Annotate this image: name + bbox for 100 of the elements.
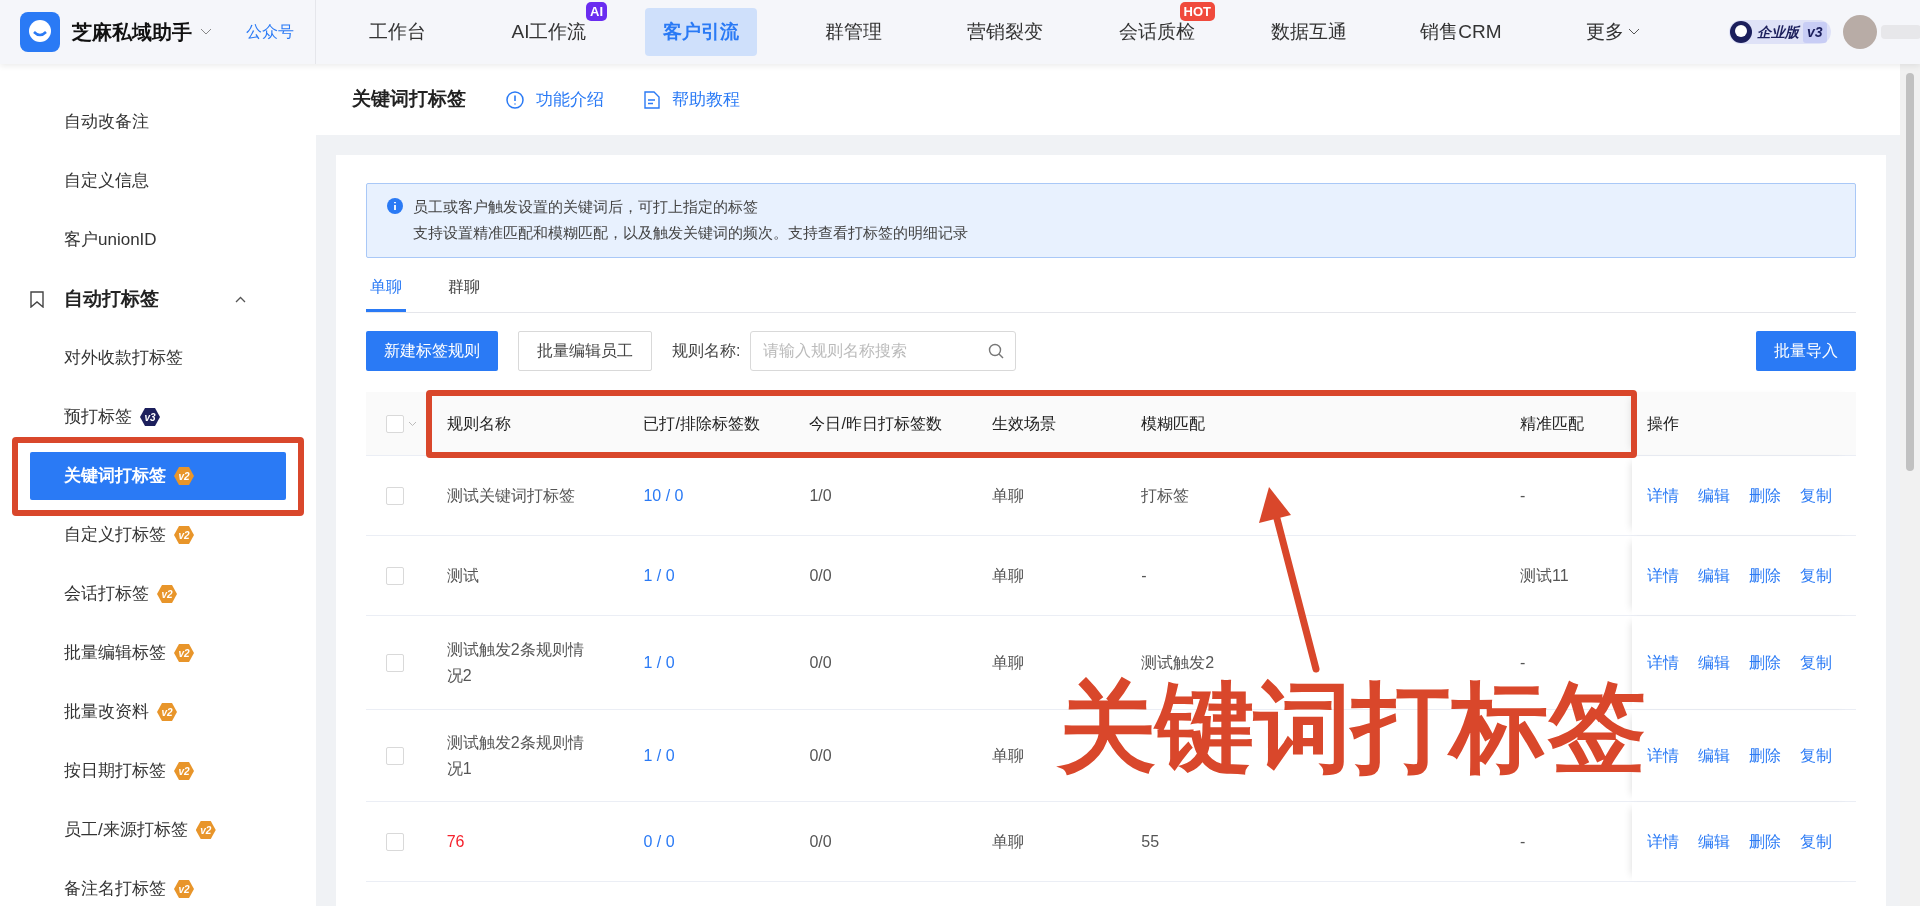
action-link[interactable]: 详情: [1647, 563, 1680, 588]
version-badge: v2: [174, 526, 194, 544]
checkbox[interactable]: [386, 653, 404, 672]
sidebar-item[interactable]: 自动改备注: [30, 98, 286, 146]
rule-name: 测试关键词打标签: [446, 485, 576, 506]
help-link[interactable]: 帮助教程: [644, 86, 740, 113]
sidebar-item[interactable]: 预打标签 v3: [30, 393, 286, 441]
chevron-down-icon[interactable]: [408, 420, 417, 427]
search-field[interactable]: 请输入规则名称搜索: [750, 331, 1017, 371]
sidebar-item[interactable]: 按日期打标签 v2: [30, 747, 286, 795]
chevron-icon[interactable]: [235, 295, 246, 303]
scrollbar[interactable]: [1900, 64, 1920, 906]
chat-logo-icon: [1729, 20, 1753, 44]
edition-version: v3: [1803, 21, 1827, 43]
version-badge: v2: [174, 762, 194, 780]
app-name: 芝麻私域助手: [72, 20, 192, 45]
table-cell-text: 55: [1141, 831, 1160, 852]
sidebar-item[interactable]: 批量改资料 v2: [30, 688, 286, 736]
chevron-down-icon: [1628, 28, 1640, 36]
tag-count-link[interactable]: 1 / 0: [643, 743, 675, 768]
sidebar-item[interactable]: 客户unionID: [30, 216, 286, 264]
sidebar-item[interactable]: 关键词打标签 v2: [30, 452, 286, 500]
nav-tab[interactable]: 群管理: [806, 7, 900, 57]
version-badge: v3: [140, 408, 160, 426]
action-link[interactable]: 复制: [1800, 483, 1833, 508]
action-link[interactable]: 删除: [1749, 483, 1782, 508]
table-cell-text: 打标签: [1141, 485, 1190, 506]
column-header: 操作: [1647, 413, 1680, 434]
tab[interactable]: 群聊: [444, 275, 484, 312]
batch-edit-button[interactable]: 批量编辑员工: [518, 331, 652, 371]
table-cell-text: 测试触发2: [1141, 652, 1215, 671]
table-cell-text: 单聊: [992, 652, 1025, 673]
search-icon: [988, 343, 1005, 359]
action-link[interactable]: 复制: [1800, 563, 1833, 588]
tag-count-link[interactable]: 1 / 0: [643, 563, 675, 588]
version-badge: v2: [174, 467, 194, 485]
info-icon: [387, 198, 403, 214]
sidebar-item[interactable]: 自定义打标签 v2: [30, 511, 286, 559]
app-logo-icon: [20, 12, 60, 52]
checkbox[interactable]: [386, 486, 404, 505]
document-icon: [644, 90, 660, 109]
rule-name: 测试触发2条规则情况1: [446, 732, 585, 779]
action-link[interactable]: 详情: [1647, 743, 1680, 768]
batch-import-button[interactable]: 批量导入: [1756, 331, 1856, 371]
checkbox[interactable]: [386, 746, 404, 765]
action-link[interactable]: 编辑: [1698, 829, 1731, 854]
tag-count-link[interactable]: 10 / 0: [643, 483, 684, 508]
notice-text: 员工或客户触发设置的关键词后，可打上指定的标签: [413, 197, 759, 217]
sidebar-item[interactable]: 自定义信息: [30, 157, 286, 205]
sidebar-group-title[interactable]: 自动打标签: [64, 284, 159, 314]
action-link[interactable]: 删除: [1749, 743, 1782, 768]
action-link[interactable]: 删除: [1749, 563, 1782, 588]
chevron-down-icon[interactable]: [200, 28, 212, 36]
page-title: 关键词打标签: [352, 87, 466, 112]
nav-badge: AI: [586, 1, 607, 22]
rule-name: 测试: [446, 565, 480, 586]
version-badge: v2: [157, 585, 177, 603]
account-link[interactable]: 公众号: [246, 20, 294, 44]
sidebar-item[interactable]: 员工/来源打标签 v2: [30, 806, 286, 854]
avatar[interactable]: [1842, 15, 1877, 49]
table-cell-text: -: [1520, 831, 1526, 852]
checkbox[interactable]: [386, 414, 404, 433]
action-link[interactable]: 删除: [1749, 650, 1782, 675]
column-header: 已打/排除标签数: [643, 414, 760, 432]
sidebar-item[interactable]: 备注名打标签 v2: [30, 865, 286, 906]
more-menu[interactable]: 更多: [1537, 17, 1689, 47]
sidebar-item[interactable]: 批量编辑标签 v2: [30, 629, 286, 677]
column-header: 精准匹配: [1520, 414, 1584, 432]
nav-tab[interactable]: 数据互通: [1253, 7, 1365, 57]
nav-tab[interactable]: 客户引流: [645, 7, 757, 57]
nav-tab[interactable]: 工作台: [350, 7, 444, 57]
version-badge: v2: [174, 644, 194, 662]
edition-label: 企业版: [1757, 22, 1799, 42]
sidebar-item[interactable]: 会话打标签 v2: [30, 570, 286, 618]
rule-name: 76: [446, 831, 466, 852]
nav-tab[interactable]: 营销裂变: [949, 7, 1061, 57]
action-link[interactable]: 详情: [1647, 483, 1680, 508]
nav-tab[interactable]: 销售CRM: [1402, 7, 1520, 57]
sidebar-item[interactable]: 对外收款打标签: [30, 334, 286, 382]
checkbox[interactable]: [386, 566, 404, 585]
table-cell-text: -: [1520, 485, 1526, 506]
action-link[interactable]: 复制: [1800, 743, 1833, 768]
action-link[interactable]: 复制: [1800, 829, 1833, 854]
action-link[interactable]: 详情: [1647, 829, 1680, 854]
action-link[interactable]: 详情: [1647, 650, 1680, 675]
bookmark-icon: [30, 290, 44, 308]
action-link[interactable]: 编辑: [1698, 743, 1731, 768]
action-link[interactable]: 编辑: [1698, 563, 1731, 588]
create-rule-button[interactable]: 新建标签规则: [366, 331, 498, 371]
action-link[interactable]: 编辑: [1698, 650, 1731, 675]
tag-count-link[interactable]: 1 / 0: [643, 650, 675, 675]
help-link[interactable]: 功能介绍: [506, 86, 604, 113]
table-cell-text: 单聊: [992, 831, 1025, 852]
tag-count-link[interactable]: 0 / 0: [643, 829, 675, 854]
table-cell-text: 0/0: [809, 652, 832, 673]
tab[interactable]: 单聊: [366, 275, 406, 312]
action-link[interactable]: 复制: [1800, 650, 1833, 675]
checkbox[interactable]: [386, 832, 404, 851]
action-link[interactable]: 删除: [1749, 829, 1782, 854]
action-link[interactable]: 编辑: [1698, 483, 1731, 508]
